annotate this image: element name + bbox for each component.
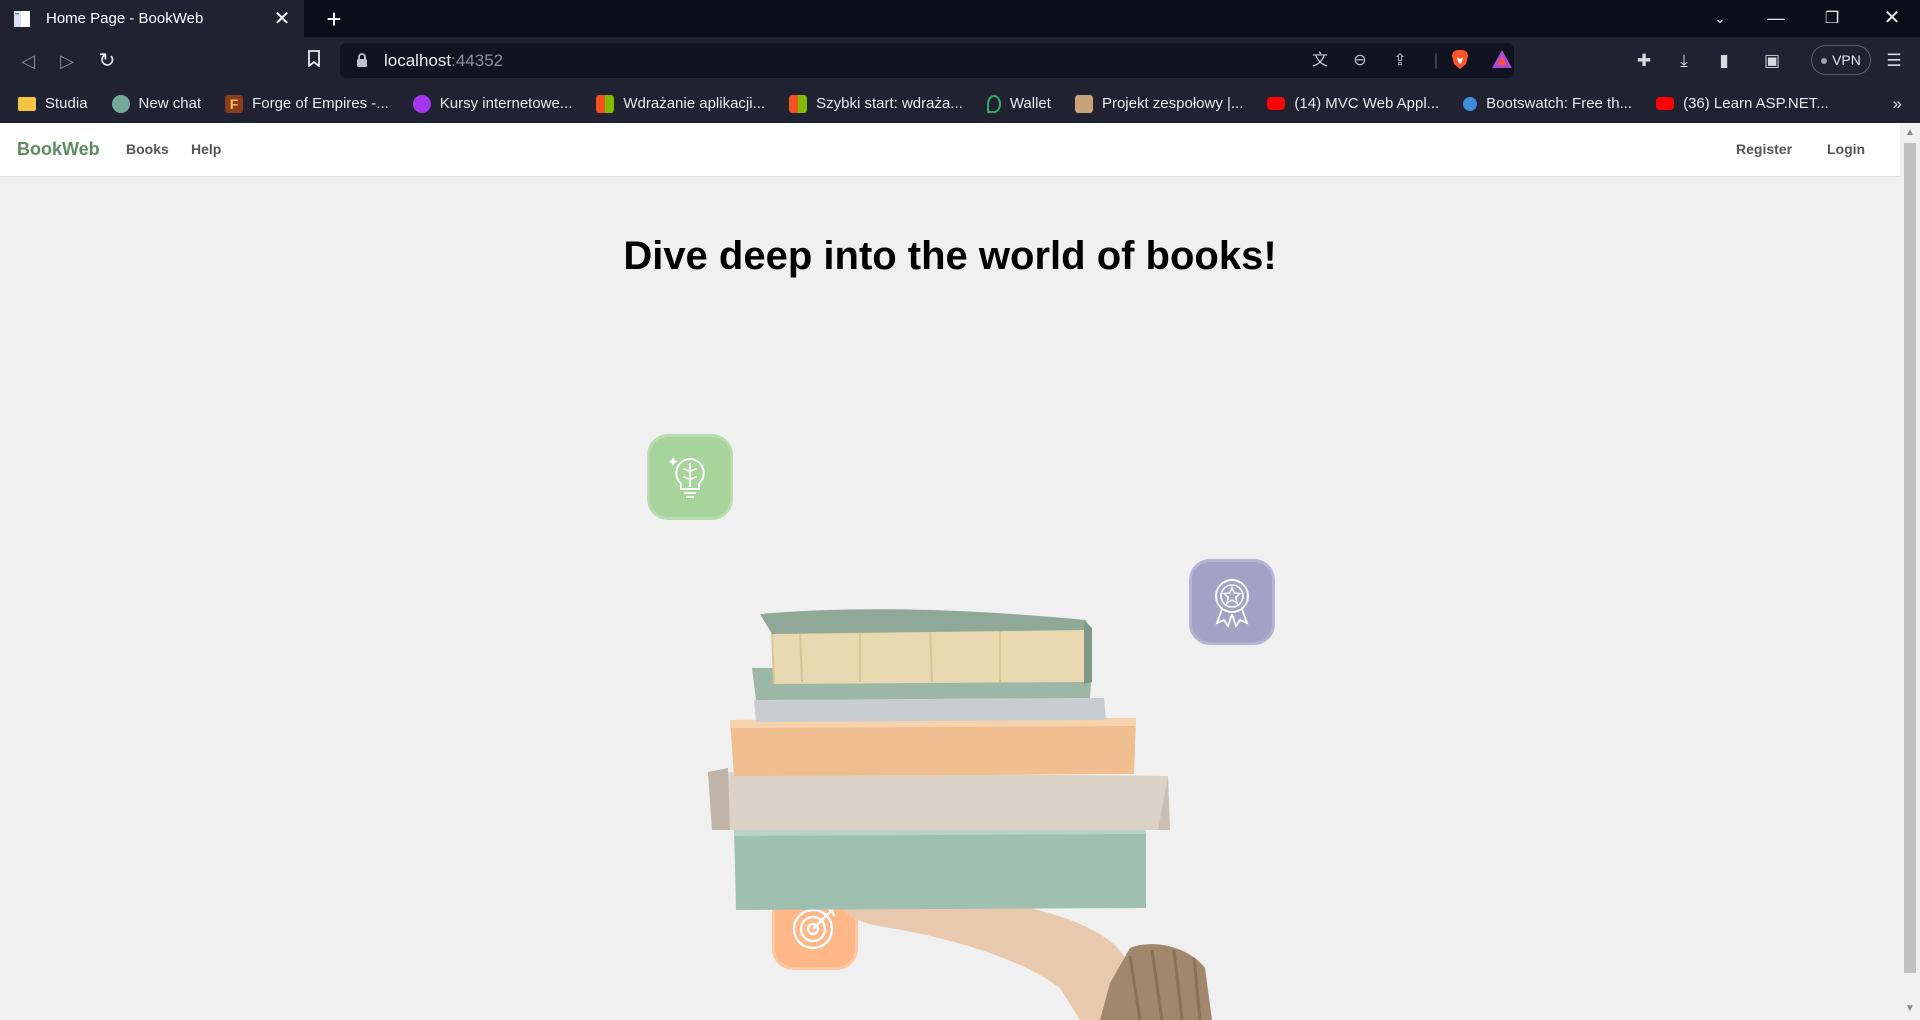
forward-icon[interactable]: ▷ bbox=[53, 47, 81, 75]
nav-register-link[interactable]: Register bbox=[1736, 141, 1792, 157]
youtube-icon bbox=[1267, 97, 1286, 110]
bookmark-label: Szybki start: wdraża... bbox=[816, 95, 963, 112]
sidebar-icon[interactable]: ▮ bbox=[1710, 47, 1738, 75]
reload-icon[interactable]: ↻ bbox=[93, 47, 121, 75]
book-icon bbox=[1074, 94, 1093, 113]
scrollbar-thumb[interactable] bbox=[1904, 143, 1916, 973]
youtube-icon bbox=[1656, 97, 1675, 110]
vpn-button[interactable]: VPN bbox=[1811, 45, 1871, 75]
wallet-icon[interactable]: ▣ bbox=[1758, 47, 1786, 75]
site-brand[interactable]: BookWeb bbox=[17, 139, 100, 160]
address-bar[interactable]: localhost:44352 文 ⊖ ⇪ | bbox=[340, 43, 1514, 78]
scroll-up-icon[interactable]: ▲ bbox=[1904, 127, 1916, 139]
udemy-icon bbox=[412, 94, 431, 113]
bookmark-label: Projekt zespołowy |... bbox=[1101, 95, 1244, 112]
hand-holding-books-illustration bbox=[708, 609, 1212, 1020]
translate-icon[interactable]: 文 bbox=[1308, 49, 1332, 73]
bookmarks-bar: Studia New chat F Forge of Empires -... … bbox=[0, 84, 1920, 123]
new-tab-button[interactable]: + bbox=[320, 5, 348, 33]
folder-icon bbox=[18, 96, 36, 111]
zoom-out-icon[interactable]: ⊖ bbox=[1348, 49, 1372, 73]
menu-icon[interactable]: ☰ bbox=[1880, 47, 1908, 75]
page-scrollbar[interactable]: ▲ ▼ bbox=[1900, 123, 1920, 1020]
url-port: :44352 bbox=[451, 51, 504, 70]
bookmark-item[interactable]: (14) MVC Web Appl... bbox=[1267, 95, 1439, 112]
close-window-icon[interactable]: ✕ bbox=[1864, 0, 1920, 37]
divider: | bbox=[1433, 52, 1439, 69]
restore-window-icon[interactable]: ❐ bbox=[1804, 0, 1860, 37]
bootswatch-icon bbox=[1463, 96, 1478, 111]
forge-of-empires-icon: F bbox=[225, 94, 244, 113]
downloads-icon[interactable]: ⤓ bbox=[1670, 47, 1698, 75]
bookmark-item[interactable]: Studia bbox=[18, 95, 88, 112]
bookmark-label: Forge of Empires -... bbox=[252, 95, 389, 112]
url-host: localhost bbox=[384, 51, 452, 70]
bookmark-label: Kursy internetowe... bbox=[439, 95, 573, 112]
bookmark-item[interactable]: F Forge of Empires -... bbox=[225, 94, 389, 113]
bookmark-item[interactable]: Wallet bbox=[986, 94, 1051, 113]
bookmark-page-icon[interactable] bbox=[300, 47, 328, 75]
lock-icon bbox=[356, 53, 368, 73]
bookmark-item[interactable]: Kursy internetowe... bbox=[412, 94, 573, 113]
bookmark-label: Wallet bbox=[1009, 95, 1051, 112]
site-navbar: BookWeb Books Help Register Login bbox=[0, 123, 1900, 177]
bookmark-item[interactable]: Szybki start: wdraża... bbox=[789, 94, 963, 113]
tab-search-chevron-icon[interactable]: ⌄ bbox=[1692, 0, 1748, 37]
browser-toolbar: ◁ ▷ ↻ localhost:44352 文 ⊖ ⇪ | ✚ ⤓ ▮ ▣ VP… bbox=[0, 37, 1920, 84]
bookmark-label: New chat bbox=[138, 95, 202, 112]
browser-tab-strip: Home Page - BookWeb ✕ + ⌄ — ❐ ✕ bbox=[0, 0, 1920, 37]
bookmark-item[interactable]: Wdrażanie aplikacji... bbox=[596, 94, 766, 113]
tab-title: Home Page - BookWeb bbox=[46, 10, 204, 27]
minimize-icon[interactable]: — bbox=[1748, 0, 1804, 37]
hero-title: Dive deep into the world of books! bbox=[623, 234, 1277, 278]
back-icon[interactable]: ◁ bbox=[14, 47, 42, 75]
scroll-down-icon[interactable]: ▼ bbox=[1904, 1003, 1916, 1015]
bookmark-label: (14) MVC Web Appl... bbox=[1294, 95, 1440, 112]
url-text: localhost:44352 bbox=[384, 51, 503, 71]
nav-help-link[interactable]: Help bbox=[191, 141, 221, 157]
browser-tab-active[interactable]: Home Page - BookWeb ✕ bbox=[0, 0, 304, 37]
microsoft-icon bbox=[789, 94, 808, 113]
nav-books-link[interactable]: Books bbox=[126, 141, 169, 157]
brave-shields-icon[interactable] bbox=[1448, 49, 1472, 73]
chatgpt-icon bbox=[111, 94, 130, 113]
bookmark-item[interactable]: Bootswatch: Free th... bbox=[1463, 95, 1632, 112]
web-page: BookWeb Books Help Register Login Dive d… bbox=[0, 123, 1900, 1020]
bookmark-label: (36) Learn ASP.NET... bbox=[1683, 95, 1829, 112]
microsoft-icon bbox=[596, 94, 615, 113]
bookmark-item[interactable]: Projekt zespołowy |... bbox=[1074, 94, 1244, 113]
extensions-icon[interactable]: ✚ bbox=[1630, 47, 1658, 75]
more-bookmarks-icon[interactable]: » bbox=[1893, 94, 1902, 114]
close-tab-icon[interactable]: ✕ bbox=[272, 9, 292, 29]
bookmark-label: Bootswatch: Free th... bbox=[1486, 95, 1633, 112]
bookmark-item[interactable]: New chat bbox=[111, 94, 202, 113]
wallet-icon bbox=[986, 94, 1001, 113]
nav-login-link[interactable]: Login bbox=[1827, 141, 1865, 157]
share-icon[interactable]: ⇪ bbox=[1388, 49, 1412, 73]
book-favicon-icon bbox=[12, 9, 32, 29]
bookmark-label: Wdrażanie aplikacji... bbox=[623, 95, 766, 112]
brave-rewards-icon[interactable] bbox=[1490, 49, 1514, 73]
bookmark-label: Studia bbox=[45, 95, 88, 112]
bookmark-item[interactable]: (36) Learn ASP.NET... bbox=[1656, 95, 1829, 112]
